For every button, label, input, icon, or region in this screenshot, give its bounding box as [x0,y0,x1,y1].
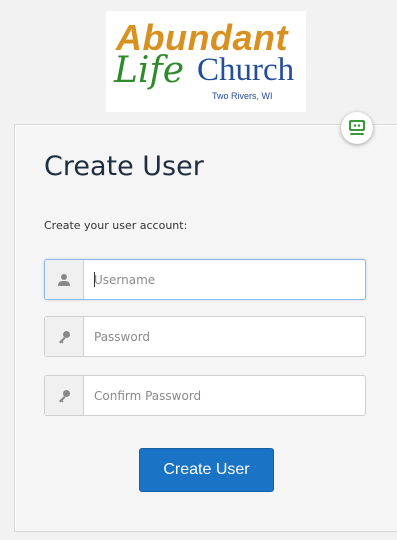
password-field-group [44,316,366,357]
username-field-group [44,259,366,300]
text-cursor [94,272,95,287]
page-title: Create User [44,151,204,182]
church-logo: Abundant Life Church Two Rivers, WI [106,11,306,112]
key-icon [45,376,84,415]
logo-text-location: Two Rivers, WI [212,91,273,101]
user-icon [45,260,84,299]
logo-text-church: Church [197,52,295,88]
card-body: Create User Create your user account: Us… [16,126,397,531]
create-user-button[interactable]: Create User [139,448,274,492]
password-manager-icon[interactable] [341,112,373,144]
form-instructions: Create your user account: [44,219,188,232]
username-input[interactable] [84,260,362,299]
confirm-password-field-group [44,375,366,416]
key-icon [45,317,84,356]
password-input[interactable] [84,317,362,356]
logo-text-life: Life [114,50,185,91]
create-user-card: Create User Create your user account: Us… [14,124,397,532]
confirm-password-input[interactable] [84,376,362,415]
